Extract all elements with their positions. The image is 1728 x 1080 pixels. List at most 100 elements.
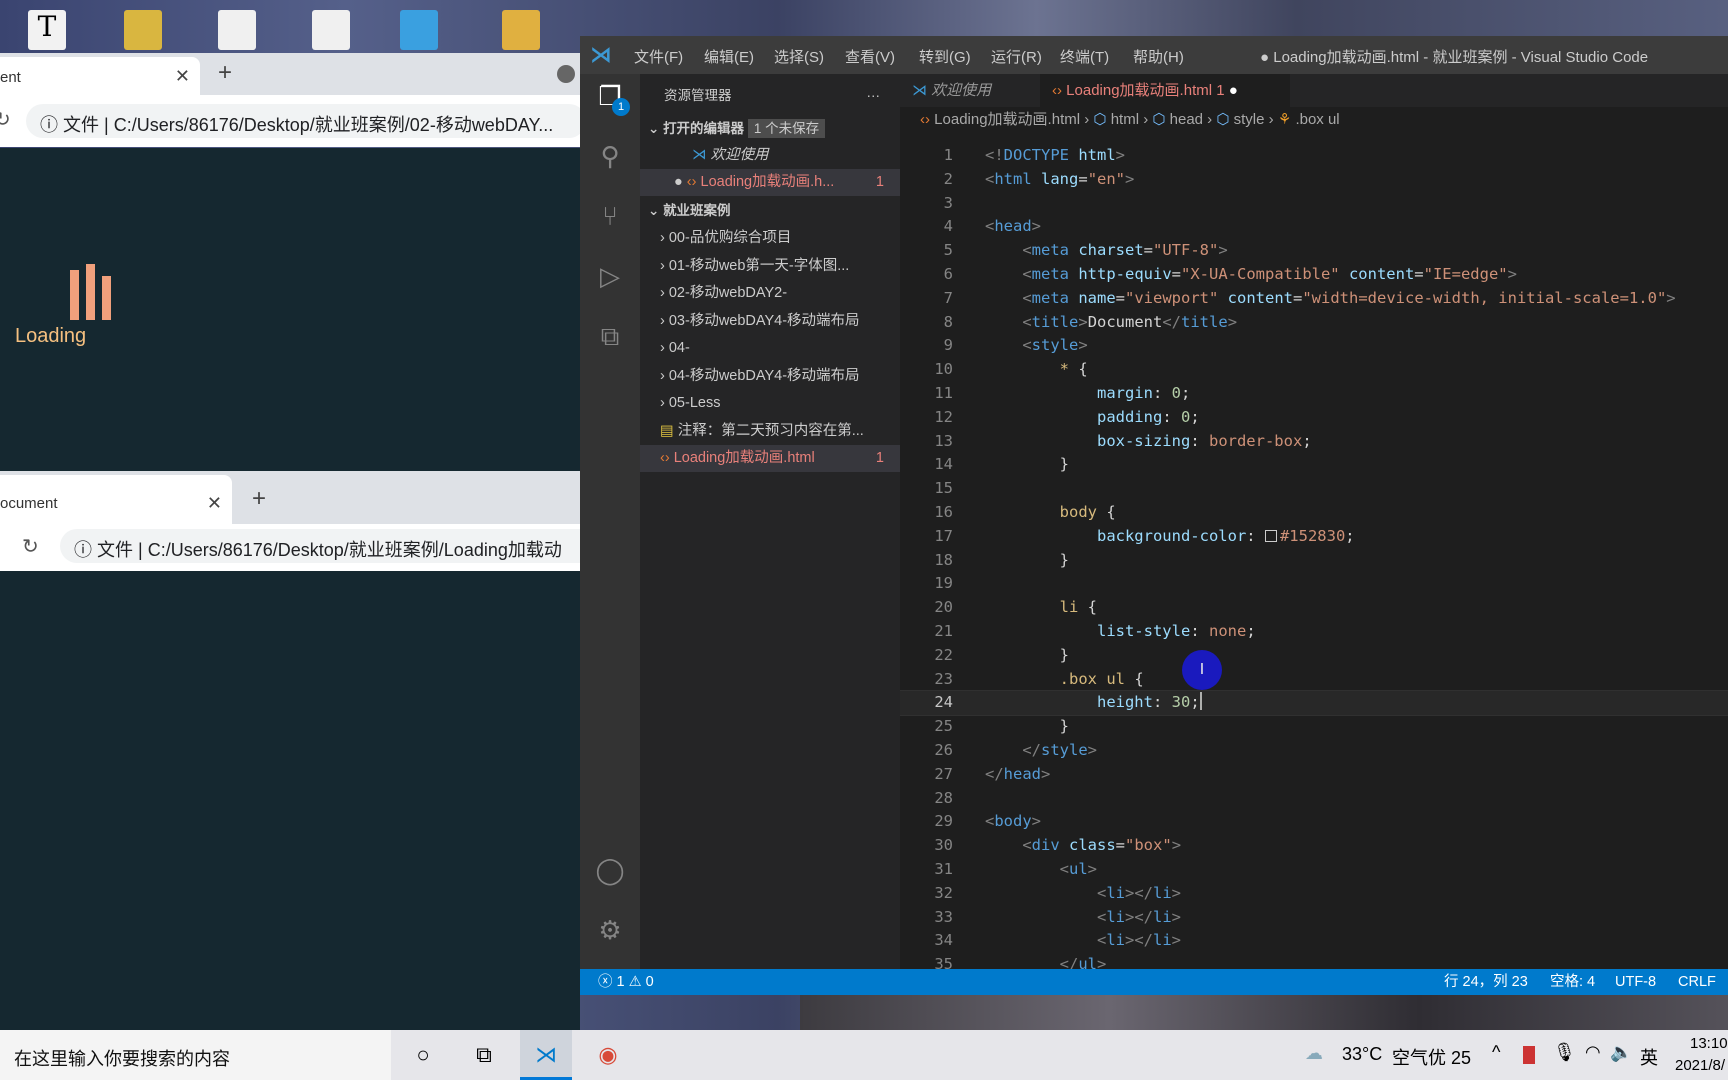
url-input[interactable]: ⓘ 文件 | C:/Users/86176/Desktop/就业班案例/02-移… — [26, 104, 586, 138]
taskbar-search-input[interactable]: 在这里输入你要搜索的内容 — [0, 1030, 391, 1080]
code-line[interactable]: 31 <ul> — [900, 858, 1728, 882]
desktop-app-icon[interactable] — [400, 10, 438, 50]
more-actions-icon[interactable]: ··· — [867, 82, 881, 109]
reload-icon[interactable]: ↻ — [0, 107, 11, 132]
taskbar-vscode-icon[interactable]: ⋊ — [520, 1030, 572, 1080]
air-quality[interactable]: 空气优 25 — [1392, 1044, 1471, 1070]
breadcrumb-item[interactable]: ⬡ html — [1093, 111, 1139, 128]
reload-icon[interactable]: ↻ — [22, 534, 39, 559]
code-editor[interactable]: 1 <!DOCTYPE html> 2 <html lang="en"> 3 4 <head… — [900, 144, 1728, 969]
url-input[interactable]: ⓘ 文件 | C:/Users/86176/Desktop/就业班案例/Load… — [60, 529, 620, 563]
code-line[interactable]: 8 <title>Document</title> — [900, 311, 1728, 335]
workspace-folder-header[interactable]: ⌄ 就业班案例 — [640, 197, 900, 224]
code-line[interactable]: 23 .box ul { — [900, 668, 1728, 692]
code-line[interactable]: 11 margin: 0; — [900, 382, 1728, 406]
weather-temp[interactable]: 33°C — [1342, 1044, 1382, 1065]
code-line[interactable]: 28 — [900, 787, 1728, 811]
open-editors-header[interactable]: ⌄ 打开的编辑器 1 个未保存 — [640, 115, 900, 142]
menu-item[interactable]: 编辑(E) — [704, 46, 754, 67]
line-ending[interactable]: CRLF — [1678, 969, 1716, 995]
code-line[interactable]: 26 </style> — [900, 739, 1728, 763]
new-tab-icon[interactable]: + — [252, 485, 266, 513]
code-line[interactable]: 6 <meta http-equiv="X-UA-Compatible" con… — [900, 263, 1728, 287]
code-line[interactable]: 22 } — [900, 644, 1728, 668]
code-line[interactable]: 32 <li></li> — [900, 882, 1728, 906]
encoding[interactable]: UTF-8 — [1615, 969, 1656, 995]
code-line[interactable]: 15 — [900, 477, 1728, 501]
browser-tab[interactable]: ent ✕ — [0, 57, 200, 95]
search-icon[interactable]: ⚲ — [594, 140, 626, 172]
run-debug-icon[interactable]: ▷ — [594, 260, 626, 292]
code-line[interactable]: 5 <meta charset="UTF-8"> — [900, 239, 1728, 263]
color-swatch-icon[interactable] — [1264, 529, 1277, 542]
breadcrumb-item[interactable]: ⚘ .box ul — [1278, 111, 1340, 128]
code-line[interactable]: 4 <head> — [900, 215, 1728, 239]
tray-app-icon[interactable] — [1523, 1046, 1535, 1064]
indentation[interactable]: 空格: 4 — [1550, 969, 1595, 995]
explorer-item[interactable]: › 01-移动web第一天-字体图... — [640, 253, 900, 280]
profile-icon[interactable] — [557, 65, 575, 83]
menu-item[interactable]: 运行(R) — [991, 46, 1042, 67]
explorer-icon[interactable]: ❐ 1 — [594, 80, 630, 116]
code-line[interactable]: 9 <style> — [900, 334, 1728, 358]
open-editor-item[interactable]: ● ‹› Loading加载动画.h... 1 — [640, 169, 900, 196]
clock-time[interactable]: 13:10 — [1690, 1035, 1728, 1052]
code-line[interactable]: 14 } — [900, 453, 1728, 477]
explorer-item[interactable]: › 04- — [640, 335, 900, 362]
account-icon[interactable]: ◯ — [594, 854, 626, 886]
code-line[interactable]: 33 <li></li> — [900, 906, 1728, 930]
code-line[interactable]: 3 — [900, 192, 1728, 216]
cursor-position[interactable]: 行 24，列 23 — [1444, 969, 1528, 995]
close-tab-icon[interactable]: ✕ — [207, 493, 222, 514]
wifi-icon[interactable]: ◠ — [1585, 1042, 1601, 1063]
code-line[interactable]: 17 background-color: #152830; — [900, 525, 1728, 549]
desktop-file-icon[interactable] — [312, 10, 350, 50]
explorer-item[interactable]: ▤ 注释：第二天预习内容在第... — [640, 418, 900, 445]
menu-item[interactable]: 转到(G) — [919, 46, 971, 67]
code-line[interactable]: 27 </head> — [900, 763, 1728, 787]
desktop-folder-icon[interactable] — [124, 10, 162, 50]
code-line[interactable]: 12 padding: 0; — [900, 406, 1728, 430]
explorer-item[interactable]: › 05-Less — [640, 390, 900, 417]
source-control-icon[interactable]: ⑂ — [594, 200, 626, 232]
desktop-chrome-shortcut-icon[interactable] — [502, 10, 540, 50]
menu-item[interactable]: 帮助(H) — [1133, 46, 1184, 67]
code-line[interactable]: 13 box-sizing: border-box; — [900, 430, 1728, 454]
cortana-icon[interactable]: ○ — [397, 1030, 449, 1080]
code-line[interactable]: 10 * { — [900, 358, 1728, 382]
close-tab-icon[interactable]: ✕ — [175, 66, 190, 87]
code-line[interactable]: 35 </ul> — [900, 953, 1728, 969]
breadcrumb-item[interactable]: ⬡ head — [1152, 111, 1203, 128]
taskbar-chrome-icon[interactable]: ◉ — [582, 1030, 634, 1080]
code-line[interactable]: 25 } — [900, 715, 1728, 739]
explorer-item[interactable]: › 02-移动webDAY2- — [640, 280, 900, 307]
menu-item[interactable]: 选择(S) — [774, 46, 824, 67]
explorer-item[interactable]: › 00-品优购综合项目 — [640, 225, 900, 252]
clock-date[interactable]: 2021/8/ — [1675, 1057, 1725, 1074]
menu-item[interactable]: 查看(V) — [845, 46, 895, 67]
settings-gear-icon[interactable]: ⚙ — [594, 914, 626, 946]
menu-item[interactable]: 终端(T) — [1060, 46, 1109, 67]
code-line[interactable]: 18 } — [900, 549, 1728, 573]
volume-icon[interactable]: 🔈 — [1610, 1042, 1632, 1063]
breadcrumb-item[interactable]: ‹› Loading加载动画.html — [920, 111, 1080, 128]
tab-welcome[interactable]: ⋊ 欢迎使用 — [900, 74, 1040, 107]
unsaved-dot-icon[interactable]: ● — [1229, 82, 1238, 99]
menu-item[interactable]: 文件(F) — [634, 46, 683, 67]
input-method[interactable]: 英 — [1640, 1044, 1658, 1070]
extensions-icon[interactable]: ⧉ — [594, 320, 626, 352]
explorer-item[interactable]: › 04-移动webDAY4-移动端布局 — [640, 363, 900, 390]
microphone-icon[interactable]: 🎙 — [1553, 1042, 1576, 1063]
code-line[interactable]: 2 <html lang="en"> — [900, 168, 1728, 192]
explorer-item[interactable]: ‹› Loading加载动画.html 1 — [640, 445, 900, 472]
unsaved-dot-icon[interactable]: ● — [674, 174, 683, 190]
code-line[interactable]: 20 li { — [900, 596, 1728, 620]
show-hidden-icons[interactable]: ^ — [1492, 1042, 1500, 1063]
tab-loading-html[interactable]: ‹› Loading加载动画.html 1 ● — [1040, 74, 1290, 107]
code-line[interactable]: 21 list-style: none; — [900, 620, 1728, 644]
new-tab-icon[interactable]: + — [218, 59, 232, 87]
code-line[interactable]: 34 <li></li> — [900, 929, 1728, 953]
code-line[interactable]: 1 <!DOCTYPE html> — [900, 144, 1728, 168]
code-line[interactable]: 29 <body> — [900, 810, 1728, 834]
code-line[interactable]: 19 — [900, 572, 1728, 596]
